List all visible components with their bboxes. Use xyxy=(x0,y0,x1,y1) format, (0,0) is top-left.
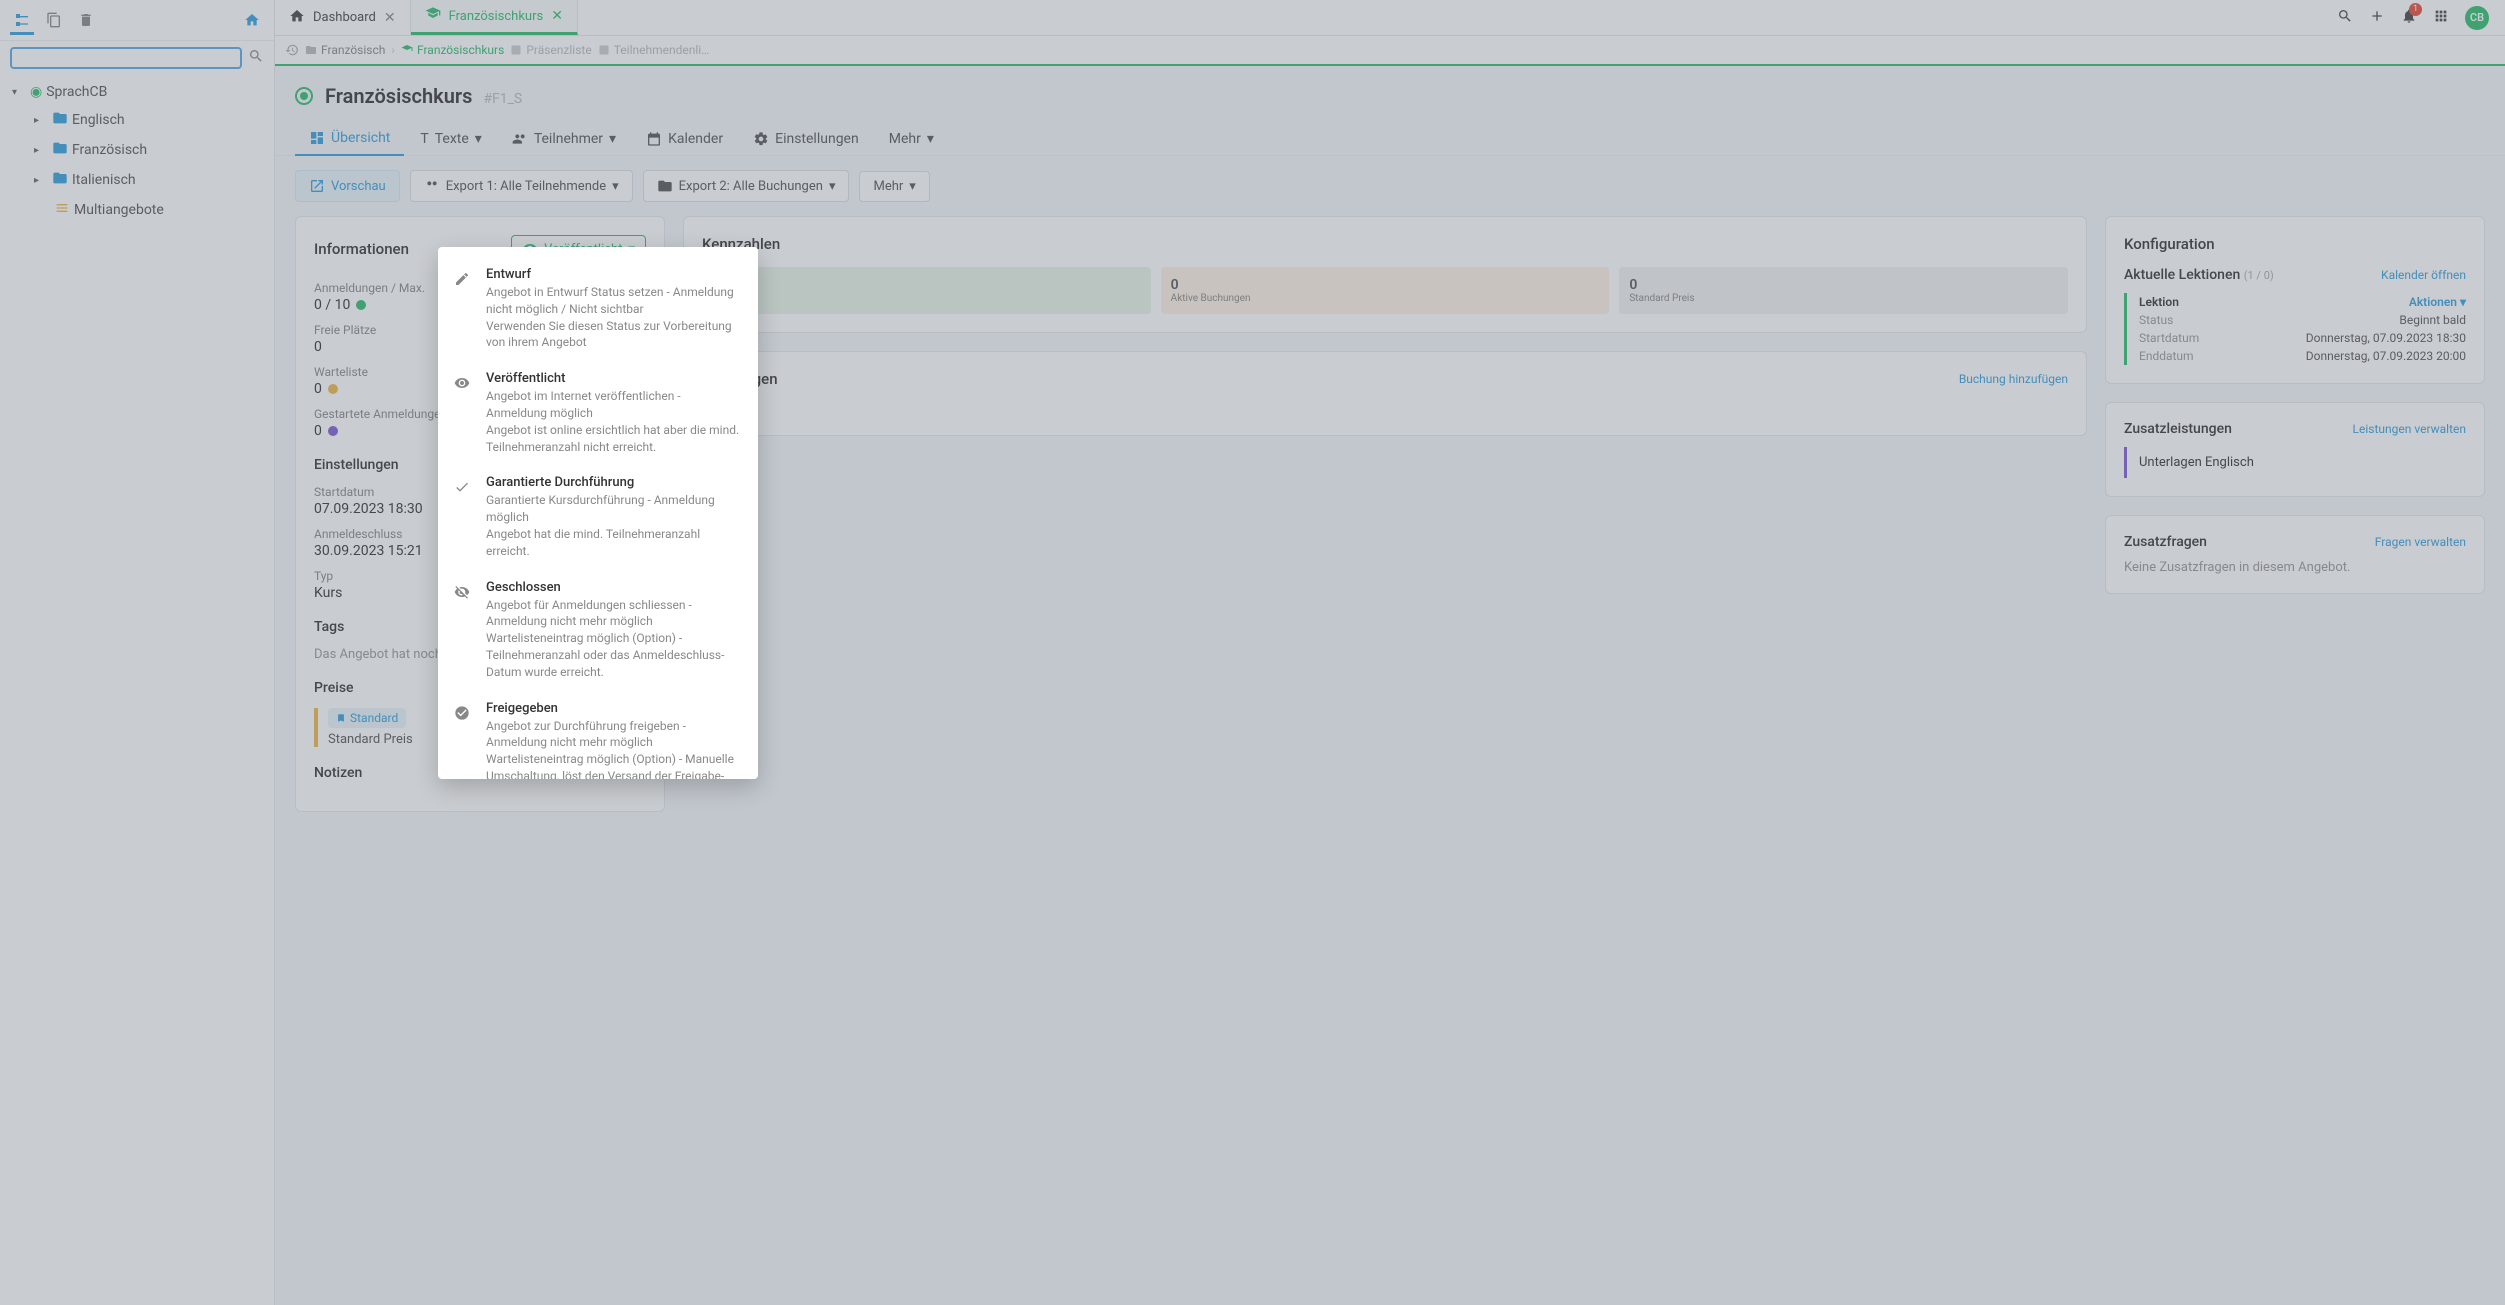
eye-off-icon xyxy=(454,580,474,681)
modal-overlay[interactable] xyxy=(0,0,2505,1305)
status-popover: Entwurf Angebot in Entwurf Status setzen … xyxy=(438,247,758,779)
edit-icon xyxy=(454,267,474,351)
status-option-desc: Garantierte Kursdurchführung - Anmeldung… xyxy=(486,492,742,526)
check-circle-icon xyxy=(454,701,474,779)
status-option-desc: Angebot zur Durchführung freigeben - Anm… xyxy=(486,718,742,752)
status-option-geschlossen[interactable]: Geschlossen Angebot für Anmeldungen schli… xyxy=(438,570,758,691)
status-option-desc2: Wartelisteneintrag möglich (Option) - Ma… xyxy=(486,751,742,779)
status-option-desc2: Wartelisteneintrag möglich (Option) - Te… xyxy=(486,630,742,680)
status-option-title: Veröffentlicht xyxy=(486,371,742,386)
status-option-title: Freigegeben xyxy=(486,701,742,716)
status-option-freigegeben[interactable]: Freigegeben Angebot zur Durchführung frei… xyxy=(438,691,758,779)
status-option-entwurf[interactable]: Entwurf Angebot in Entwurf Status setzen … xyxy=(438,257,758,361)
status-option-desc: Angebot in Entwurf Status setzen - Anmel… xyxy=(486,284,742,318)
status-option-title: Garantierte Durchführung xyxy=(486,475,742,490)
check-icon xyxy=(454,475,474,559)
status-option-desc2: Angebot hat die mind. Teilnehmeranzahl e… xyxy=(486,526,742,560)
status-option-desc2: Verwenden Sie diesen Status zur Vorberei… xyxy=(486,318,742,352)
status-option-garantierte-durchführung[interactable]: Garantierte Durchführung Garantierte Kurs… xyxy=(438,465,758,569)
status-option-title: Entwurf xyxy=(486,267,742,282)
status-option-desc: Angebot im Internet veröffentlichen - An… xyxy=(486,388,742,422)
status-option-title: Geschlossen xyxy=(486,580,742,595)
eye-icon xyxy=(454,371,474,455)
status-option-desc: Angebot für Anmeldungen schliessen - Anm… xyxy=(486,597,742,631)
status-option-desc2: Angebot ist online ersichtlich hat aber … xyxy=(486,422,742,456)
status-option-veröffentlicht[interactable]: Veröffentlicht Angebot im Internet veröff… xyxy=(438,361,758,465)
